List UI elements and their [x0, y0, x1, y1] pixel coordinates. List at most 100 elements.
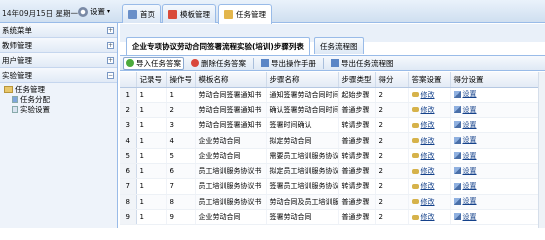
table-cell: 1: [136, 87, 167, 103]
import-answer-button[interactable]: 导入任务答案: [123, 56, 184, 70]
table-row[interactable]: 4 1 4 企业劳动合同 拟定劳动合同 普通步骤 2 修改 设置: [120, 132, 545, 149]
row-number: 4: [120, 132, 137, 149]
column-header[interactable]: 步骤类型: [338, 72, 376, 88]
pencil-icon: [453, 90, 461, 98]
tab-template-management[interactable]: 模板管理: [162, 4, 216, 23]
table-row[interactable]: 2 1 2 劳动合同签署通知书 确认签署劳动合同时间 普通步骤 2 修改 设置: [120, 102, 545, 119]
row-number: 1: [120, 87, 137, 103]
column-header[interactable]: 得分: [375, 72, 409, 88]
table-cell: 6: [166, 163, 196, 180]
set-score-link[interactable]: 设置: [453, 135, 477, 145]
settings-button[interactable]: 设置 ▾: [78, 5, 110, 18]
score-setting-cell: 设置: [450, 87, 545, 103]
row-number: 9: [120, 209, 137, 226]
pencil-icon: [453, 167, 461, 175]
table-row[interactable]: 9 1 9 企业劳动合同 签署劳动合同 普通步骤 2 修改 设置: [120, 209, 545, 226]
subtab-step-list[interactable]: 企业专项协议劳动合同签署流程实验(培训)步骤列表: [126, 37, 310, 55]
sidebar-section-teacher[interactable]: 教师管理 +: [0, 38, 117, 53]
table-cell: 员工培训服务协议书: [195, 194, 267, 210]
column-header[interactable]: 记录号: [136, 72, 167, 88]
tab-task-management[interactable]: 任务管理: [218, 4, 272, 24]
table-cell: 1: [136, 178, 167, 195]
table-row[interactable]: 1 1 1 劳动合同签署通知书 通知签署劳动合同时间 起始步骤 2 修改 设置: [120, 87, 545, 103]
expand-icon[interactable]: +: [107, 57, 114, 64]
edit-answer-link[interactable]: 修改: [411, 212, 435, 222]
table-row[interactable]: 3 1 3 劳动合同签署通知书 签署时间确认 转请步骤 2 修改 设置: [120, 117, 545, 134]
tree-node-task-management[interactable]: 任务管理: [4, 84, 117, 94]
edit-answer-link[interactable]: 修改: [411, 151, 435, 161]
export-manual-button[interactable]: 导出操作手册: [258, 57, 319, 70]
main-panel: 企业专项协议劳动合同签署流程实验(培训)步骤列表 任务流程图 导入任务答案 删除…: [120, 24, 545, 228]
delete-answer-button[interactable]: 删除任务答案: [188, 57, 249, 70]
edit-answer-link[interactable]: 修改: [411, 120, 435, 130]
tab-home[interactable]: 首页: [122, 4, 161, 23]
answer-setting-cell: 修改: [408, 117, 451, 134]
table-row[interactable]: 717员工培训服务协议书签署员工培训服务协议书转请步骤2修改设置: [120, 178, 545, 195]
edit-answer-link[interactable]: 修改: [411, 90, 435, 100]
table-cell: 2: [375, 178, 409, 195]
tree-node-experiment-settings[interactable]: 实验设置: [4, 104, 117, 114]
document-icon: [12, 105, 18, 113]
key-icon: [411, 122, 419, 128]
edit-answer-link[interactable]: 修改: [411, 166, 435, 176]
score-setting-cell: 设置: [450, 117, 545, 134]
table-cell: 5: [166, 148, 196, 164]
column-header[interactable]: 步骤名称: [266, 72, 339, 88]
table-cell: 普通步骤: [338, 209, 376, 226]
set-score-link[interactable]: 设置: [453, 120, 477, 130]
document-icon: [12, 95, 18, 103]
sidebar-section-user[interactable]: 用户管理 +: [0, 53, 117, 68]
column-header[interactable]: 得分设置: [450, 72, 545, 88]
table-cell: 普通步骤: [338, 132, 376, 149]
row-number: 8: [120, 194, 137, 210]
column-header[interactable]: 操作号: [166, 72, 196, 88]
edit-answer-link[interactable]: 修改: [411, 105, 435, 115]
set-score-link[interactable]: 设置: [453, 181, 477, 191]
answer-setting-cell: 修改: [408, 132, 451, 149]
add-icon: [126, 59, 134, 67]
set-score-link[interactable]: 设置: [453, 105, 477, 115]
link-label: 设置: [462, 197, 477, 206]
tree-node-task-assign[interactable]: 任务分配: [4, 94, 117, 104]
top-bar: 14年09月15日 星期一 设置 ▾ 首页 模板管理 任务管理: [0, 0, 545, 24]
table-cell: 劳动合同及员工培训服务...: [266, 194, 339, 210]
sidebar-section-experiment[interactable]: 实验管理 −: [0, 68, 117, 83]
sidebar-section-system[interactable]: 系统菜单 +: [0, 23, 117, 38]
score-setting-cell: 设置: [450, 102, 545, 119]
table-cell: 2: [375, 209, 409, 226]
table-cell: 企业劳动合同: [195, 209, 267, 226]
column-header[interactable]: 模板名称: [195, 72, 267, 88]
row-number: 3: [120, 117, 137, 134]
table-cell: 2: [375, 148, 409, 164]
tab-label: 首页: [140, 9, 155, 19]
set-score-link[interactable]: 设置: [453, 196, 477, 206]
vertical-scrollbar[interactable]: [538, 72, 545, 228]
table-cell: 1: [136, 163, 167, 180]
expand-icon[interactable]: +: [107, 27, 114, 34]
set-score-link[interactable]: 设置: [453, 151, 477, 161]
export-flowchart-button[interactable]: 导出任务流程图: [328, 57, 397, 70]
key-icon: [411, 168, 419, 174]
key-icon: [411, 183, 419, 189]
edit-answer-link[interactable]: 修改: [411, 136, 435, 146]
subtab-flowchart[interactable]: 任务流程图: [314, 37, 364, 54]
pencil-icon: [453, 121, 461, 129]
table-cell: 劳动合同签署通知书: [195, 117, 267, 134]
collapse-icon[interactable]: −: [107, 72, 114, 79]
experiment-tree: 任务管理 任务分配 实验设置: [0, 83, 117, 114]
expand-icon[interactable]: +: [107, 42, 114, 49]
table-cell: 企业劳动合同: [195, 148, 267, 164]
set-score-link[interactable]: 设置: [453, 212, 477, 222]
table-row[interactable]: 818员工培训服务协议书劳动合同及员工培训服务...普通步骤2修改设置: [120, 194, 545, 210]
set-score-link[interactable]: 设置: [453, 166, 477, 176]
edit-answer-link[interactable]: 修改: [411, 181, 435, 191]
set-score-link[interactable]: 设置: [453, 89, 477, 99]
table-row[interactable]: 515企业劳动合同需要员工培训服务协议书转请步骤2修改设置: [120, 148, 545, 164]
column-header[interactable]: 答案设置: [408, 72, 451, 88]
table-row[interactable]: 616员工培训服务协议书拟定员工培训服务协议书普通步骤2修改设置: [120, 163, 545, 180]
link-label: 设置: [462, 136, 477, 145]
button-label: 导出任务流程图: [341, 58, 394, 68]
table-cell: 2: [375, 117, 409, 134]
table-cell: 2: [375, 132, 409, 149]
edit-answer-link[interactable]: 修改: [411, 197, 435, 207]
